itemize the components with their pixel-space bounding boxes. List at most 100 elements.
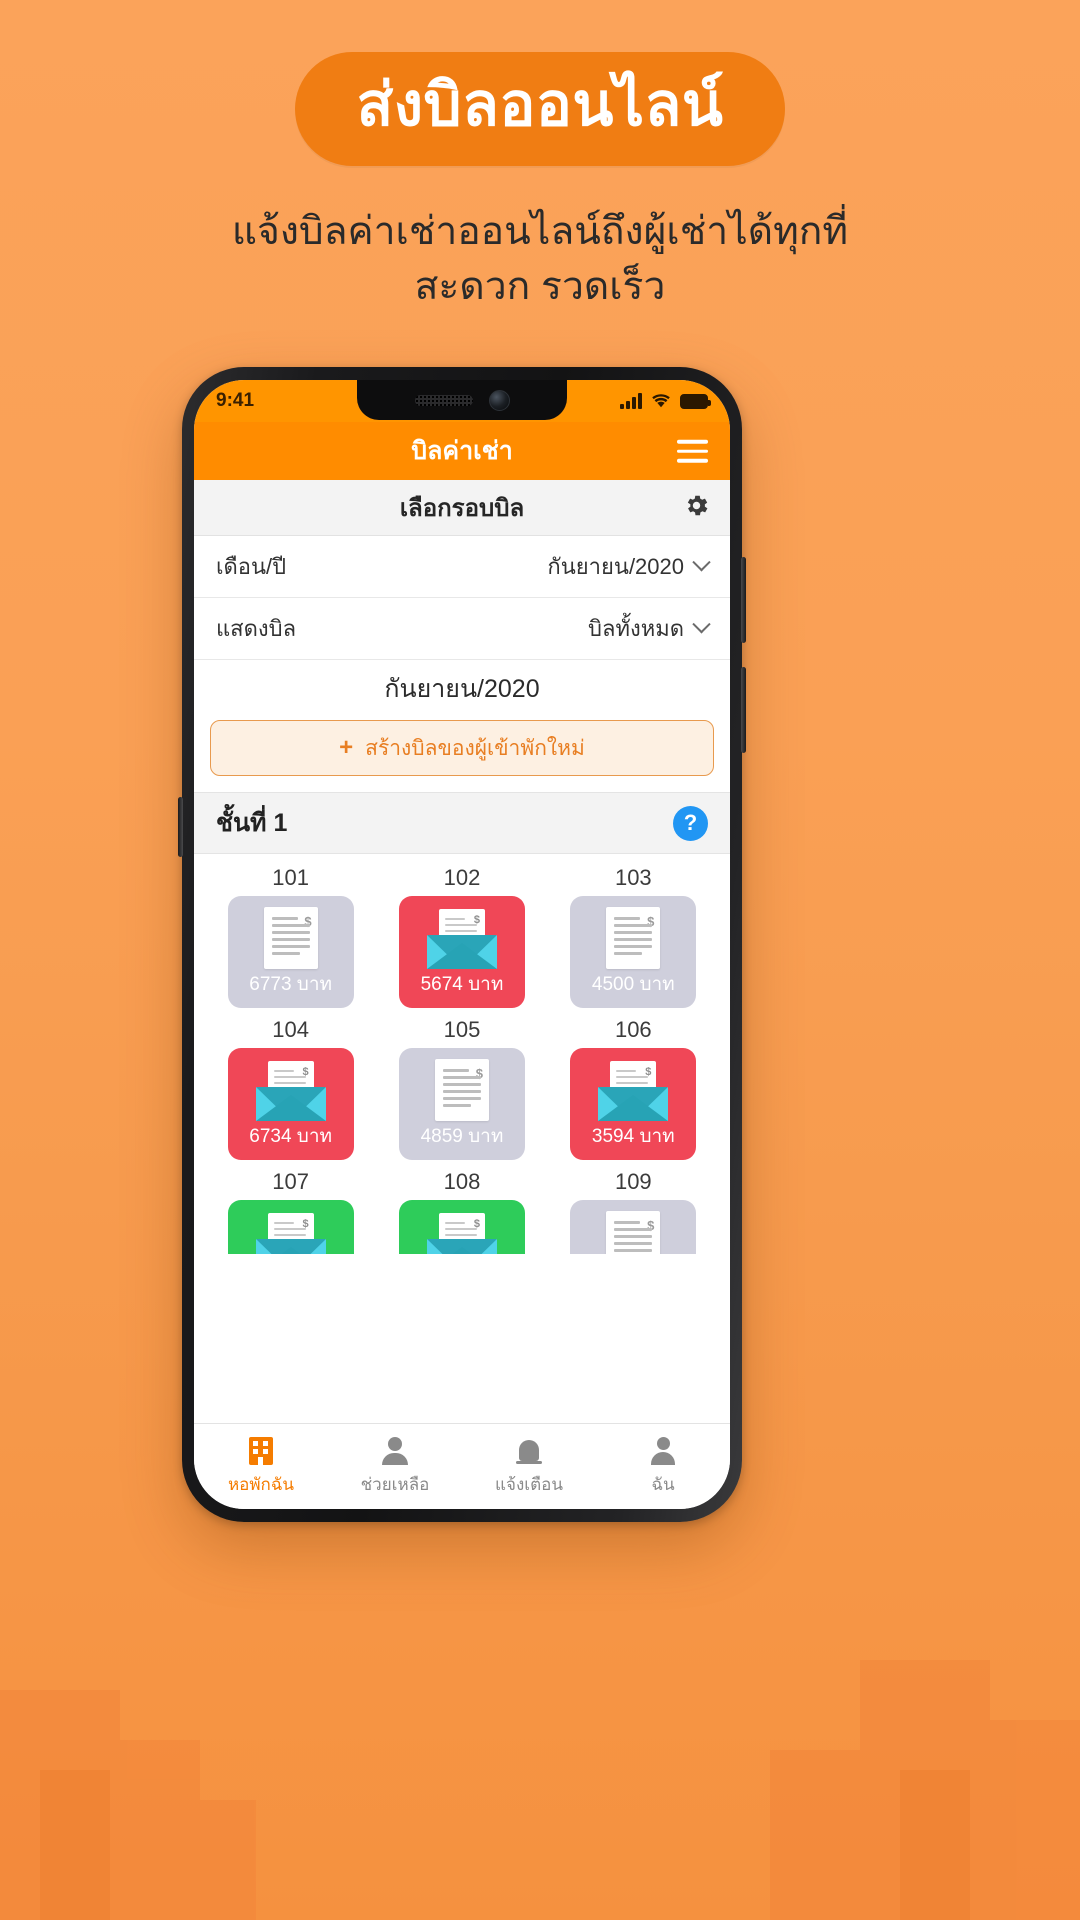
room-number: 103 xyxy=(614,865,652,890)
room-number: 106 xyxy=(614,1017,652,1042)
room-cell[interactable]: 101 $ 6773 บาท xyxy=(208,858,373,1008)
document-icon: $ xyxy=(263,907,318,969)
room-number: 107 xyxy=(272,1169,310,1194)
envelope-icon: $ xyxy=(426,1213,497,1254)
room-number: 104 xyxy=(272,1017,310,1042)
month-year-value-wrap: กันยายน/2020 xyxy=(547,549,711,584)
floor-header: ชั้นที่ 1 ? xyxy=(194,792,730,854)
question-mark-icon[interactable]: ? xyxy=(673,805,708,841)
room-amount: 6773 บาท xyxy=(249,974,333,995)
envelope-icon: $ xyxy=(255,1213,326,1254)
room-cell[interactable]: 103 $ 4500 บาท xyxy=(551,858,716,1008)
room-number: 109 xyxy=(614,1169,652,1194)
promo-header: ส่งบิลออนไลน์ แจ้งบิลค่าเช่าออนไลน์ถึงผู… xyxy=(0,0,1080,315)
nav-item-my-dorm[interactable]: หอพักฉัน xyxy=(194,1436,328,1498)
month-year-value: กันยายน/2020 xyxy=(547,554,684,579)
document-icon: $ xyxy=(606,907,661,969)
chevron-down-icon xyxy=(692,615,711,634)
envelope-icon: $ xyxy=(426,909,497,969)
room-card[interactable]: $ 3673 บาท xyxy=(227,1200,354,1254)
promo-subtitle-line-1: แจ้งบิลค่าเช่าออนไลน์ถึงผู้เช่าได้ทุกที่ xyxy=(231,210,849,253)
room-grid: 101 $ 6773 บาท 102 $ 5674 บาท 103 $ 4500… xyxy=(194,858,730,1254)
bill-filter-value-wrap: บิลทั้งหมด xyxy=(588,611,711,646)
floor-title: ชั้นที่ 1 xyxy=(216,809,288,837)
gear-icon[interactable] xyxy=(683,492,710,524)
battery-full-icon xyxy=(680,393,711,409)
month-year-label: เดือน/ปี xyxy=(216,554,287,579)
nav-label: ช่วยเหลือ xyxy=(360,1474,430,1494)
promo-subtitle: แจ้งบิลค่าเช่าออนไลน์ถึงผู้เช่าได้ทุกที่… xyxy=(0,204,1080,315)
nav-item-help[interactable]: ช่วยเหลือ xyxy=(328,1436,462,1498)
room-card[interactable]: $ 2930 บาท xyxy=(570,1200,697,1254)
room-cell[interactable]: 107 $ 3673 บาท xyxy=(208,1162,373,1254)
create-bill-button-wrap: + สร้างบิลของผู้เข้าพักใหม่ xyxy=(194,718,730,792)
room-amount: 6734 บาท xyxy=(249,1126,333,1147)
bill-period-section-header: เลือกรอบบิล xyxy=(194,480,730,536)
period-title: กันยายน/2020 xyxy=(194,660,730,718)
room-amount: 4859 บาท xyxy=(420,1126,504,1147)
plus-icon: + xyxy=(339,734,354,761)
nav-item-notifications[interactable]: แจ้งเตือน xyxy=(462,1436,596,1498)
phone-volume-up-button[interactable] xyxy=(741,557,746,643)
phone-volume-down-button[interactable] xyxy=(741,667,746,753)
promo-headline: ส่งบิลออนไลน์ xyxy=(356,71,724,138)
phone-mockup: 9:41 บิลค่าเช่า เลือกรอบบิล เดือน/ปี กัน… xyxy=(178,367,746,1522)
room-cell[interactable]: 106 $ 3594 บาท xyxy=(551,1010,716,1160)
room-card[interactable]: $ 6773 บาท xyxy=(227,896,354,1008)
room-amount: 5674 บาท xyxy=(420,974,504,995)
room-cell[interactable]: 104 $ 6734 บาท xyxy=(208,1010,373,1160)
room-number: 108 xyxy=(443,1169,481,1194)
bill-filter-value: บิลทั้งหมด xyxy=(588,616,684,641)
status-bar-icons xyxy=(620,393,711,409)
room-cell[interactable]: 105 $ 4859 บาท xyxy=(379,1010,544,1160)
building-icon xyxy=(246,1436,276,1466)
support-agent-icon xyxy=(380,1436,410,1466)
bottom-navigation-bar: หอพักฉัน ช่วยเหลือ แจ้งเตือน ฉัน xyxy=(194,1423,730,1509)
room-amount: 4500 บาท xyxy=(591,974,675,995)
phone-screen: 9:41 บิลค่าเช่า เลือกรอบบิล เดือน/ปี กัน… xyxy=(194,380,730,1509)
room-number: 101 xyxy=(272,865,310,890)
room-card[interactable]: $ 3594 บาท xyxy=(570,1048,697,1160)
create-new-tenant-bill-label: สร้างบิลของผู้เข้าพักใหม่ xyxy=(365,736,585,760)
create-new-tenant-bill-button[interactable]: + สร้างบิลของผู้เข้าพักใหม่ xyxy=(210,720,714,776)
promo-subtitle-line-2: สะดวก รวดเร็ว xyxy=(414,265,666,309)
room-cell[interactable]: 102 $ 5674 บาท xyxy=(379,858,544,1008)
envelope-icon: $ xyxy=(598,1061,669,1121)
wifi-icon xyxy=(652,394,670,408)
phone-power-button[interactable] xyxy=(178,797,183,857)
bill-filter-label: แสดงบิล xyxy=(216,616,297,641)
app-bar-title: บิลค่าเช่า xyxy=(411,437,513,465)
envelope-icon: $ xyxy=(255,1061,326,1121)
room-card[interactable]: $ 4500 บาท xyxy=(570,896,697,1008)
room-cell[interactable]: 109 $ 2930 บาท xyxy=(551,1162,716,1254)
phone-notch xyxy=(357,380,567,420)
status-bar-time: 9:41 xyxy=(216,390,255,411)
nav-label: ฉัน xyxy=(651,1474,675,1494)
room-number: 102 xyxy=(443,865,481,890)
bill-period-section-title: เลือกรอบบิล xyxy=(399,495,525,522)
earpiece-speaker-icon xyxy=(414,394,473,406)
app-bar: บิลค่าเช่า xyxy=(194,422,730,480)
room-grid-scroll[interactable]: 101 $ 6773 บาท 102 $ 5674 บาท 103 $ 4500… xyxy=(194,854,730,1254)
document-icon: $ xyxy=(434,1059,489,1121)
front-camera-icon xyxy=(488,389,510,411)
bell-icon xyxy=(514,1436,544,1466)
nav-label: แจ้งเตือน xyxy=(495,1474,563,1494)
bill-filter-selector[interactable]: แสดงบิล บิลทั้งหมด xyxy=(194,598,730,660)
promo-headline-pill: ส่งบิลออนไลน์ xyxy=(294,52,786,166)
room-card[interactable]: $ 6734 บาท xyxy=(227,1048,354,1160)
room-number: 105 xyxy=(443,1017,481,1042)
month-year-selector[interactable]: เดือน/ปี กันยายน/2020 xyxy=(194,536,730,598)
nav-label: หอพักฉัน xyxy=(227,1474,295,1494)
room-card[interactable]: $ 4200 บาท xyxy=(398,1200,525,1254)
hamburger-menu-icon[interactable] xyxy=(677,439,708,463)
person-icon xyxy=(648,1436,678,1466)
document-icon: $ xyxy=(606,1211,661,1254)
nav-item-profile[interactable]: ฉัน xyxy=(596,1436,730,1498)
room-cell[interactable]: 108 $ 4200 บาท xyxy=(379,1162,544,1254)
room-card[interactable]: $ 4859 บาท xyxy=(398,1048,525,1160)
signal-bars-icon xyxy=(620,393,642,409)
chevron-down-icon xyxy=(692,553,711,572)
room-card[interactable]: $ 5674 บาท xyxy=(398,896,525,1008)
room-amount: 3594 บาท xyxy=(591,1126,675,1147)
